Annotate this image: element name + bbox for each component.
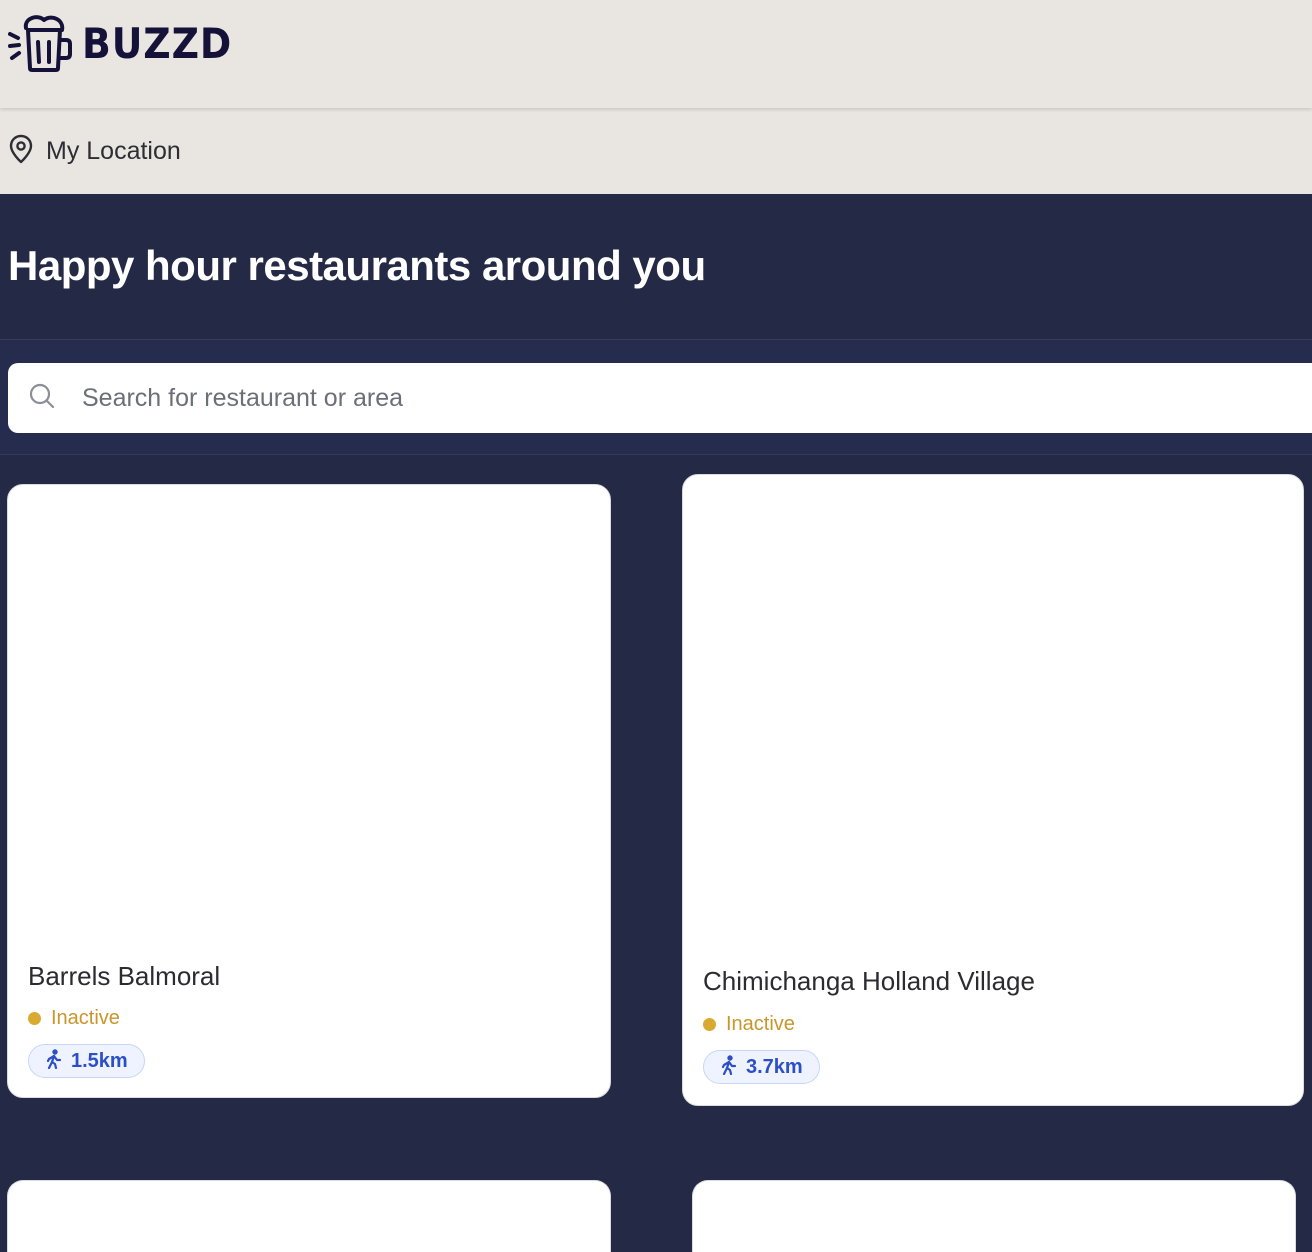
status-label: Inactive [726,1013,795,1035]
status-indicator: Inactive [703,1013,795,1036]
walking-person-icon [45,1048,63,1074]
distance-label: 3.7km [746,1055,803,1078]
restaurant-card[interactable] [7,1180,611,1252]
restaurant-card[interactable] [692,1180,1296,1252]
map-pin-icon [8,134,34,169]
top-navbar: BUZZD [0,0,1312,108]
brand-logo[interactable]: BUZZD [8,12,249,74]
hero-section: Happy hour restaurants around you [0,194,1312,339]
walking-person-icon [720,1054,738,1080]
restaurant-name: Chimichanga Holland Village [703,966,1035,996]
beer-mug-icon [8,12,74,74]
restaurant-card[interactable]: Barrels Balmoral Inactive 1.5km [7,484,611,1098]
restaurant-name: Barrels Balmoral [28,961,221,991]
status-dot-icon [28,1012,41,1025]
search-section [0,339,1312,455]
search-input[interactable] [82,383,982,413]
distance-label: 1.5km [71,1049,128,1072]
brand-name: BUZZD [82,18,233,68]
status-dot-icon [703,1018,716,1031]
status-label: Inactive [51,1007,120,1029]
location-label: My Location [46,136,181,165]
distance-badge: 1.5km [28,1044,145,1078]
distance-badge: 3.7km [703,1050,820,1084]
status-indicator: Inactive [28,1007,120,1030]
page-title: Happy hour restaurants around you [8,242,706,289]
search-box[interactable] [8,363,1312,433]
search-icon [28,382,56,415]
location-bar[interactable]: My Location [0,108,1312,194]
restaurant-image [8,485,610,945]
restaurant-image [683,475,1303,935]
restaurant-card[interactable]: Chimichanga Holland Village Inactive 3.7… [682,474,1304,1106]
